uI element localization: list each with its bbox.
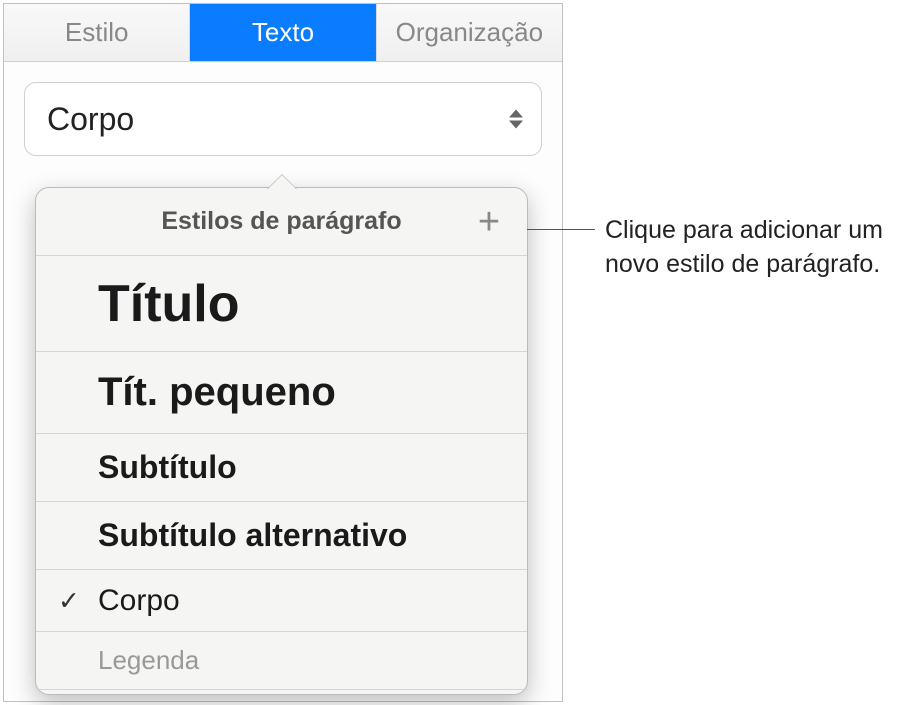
style-item-corpo[interactable]: ✓ Corpo [36,570,527,632]
tab-bar: Estilo Texto Organização [4,4,562,62]
callout-leader-line [527,229,595,230]
tab-organizacao[interactable]: Organização [377,4,562,61]
plus-icon: + [478,203,500,241]
paragraph-styles-popover: Estilos de parágrafo + Título Tít. peque… [35,187,528,695]
style-item-label: Subtítulo alternativo [98,517,407,554]
style-item-titulo[interactable]: Título [36,256,527,352]
tab-estilo[interactable]: Estilo [4,4,190,61]
style-item-label: Corpo [98,584,180,618]
style-item-subtitulo-alternativo[interactable]: Subtítulo alternativo [36,502,527,570]
popover-title: Estilos de parágrafo [161,207,401,236]
tab-content: Corpo [4,62,562,176]
stepper-arrows-icon [509,110,523,129]
style-item-subtitulo[interactable]: Subtítulo [36,434,527,502]
selector-value: Corpo [47,101,134,138]
callout-text: Clique para adicionar um novo estilo de … [605,214,885,282]
style-item-label: Título [98,274,240,334]
style-item-label: Legenda [98,645,199,676]
checkmark-icon: ✓ [58,585,80,616]
style-item-label: Subtítulo [98,449,237,486]
popover-header: Estilos de parágrafo + [36,188,527,256]
style-item-label: Tít. pequeno [98,370,336,415]
style-item-legenda[interactable]: Legenda [36,632,527,690]
style-item-tit-pequeno[interactable]: Tít. pequeno [36,352,527,434]
tab-texto[interactable]: Texto [190,4,376,61]
add-style-button[interactable]: + [473,206,505,238]
paragraph-style-selector[interactable]: Corpo [24,82,542,156]
style-list: Título Tít. pequeno Subtítulo Subtítulo … [36,256,527,690]
